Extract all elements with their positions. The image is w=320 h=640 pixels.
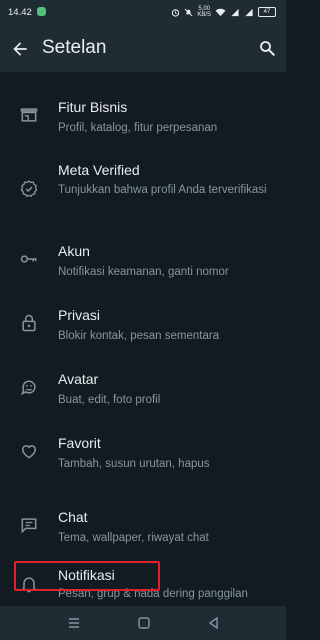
wifi-icon bbox=[215, 8, 226, 16]
settings-item-title: Fitur Bisnis bbox=[58, 99, 128, 115]
settings-item-meta-verified[interactable]: Meta Verified Tunjukkan bahwa profil And… bbox=[0, 148, 286, 218]
settings-item-title: Meta Verified bbox=[58, 162, 140, 178]
settings-item-fitur-bisnis[interactable]: Fitur Bisnis Profil, katalog, fitur perp… bbox=[0, 84, 286, 146]
settings-item-subtitle: Tema, wallpaper, riwayat chat bbox=[58, 532, 209, 544]
chat-icon bbox=[21, 518, 37, 534]
storefront-icon bbox=[20, 108, 38, 122]
recent-apps-icon[interactable] bbox=[66, 615, 82, 631]
heart-icon bbox=[21, 445, 37, 459]
settings-item-subtitle: Profil, katalog, fitur perpesanan bbox=[58, 122, 218, 134]
settings-item-title: Chat bbox=[58, 509, 88, 525]
settings-item-title: Avatar bbox=[58, 371, 99, 387]
settings-item-subtitle: Tunjukkan bahwa profil Anda terverifikas… bbox=[58, 184, 267, 196]
network-speed-unit: KB/S bbox=[197, 12, 211, 18]
avatar-face-icon bbox=[20, 380, 36, 396]
lock-icon bbox=[22, 314, 36, 332]
settings-item-subtitle: Notifikasi keamanan, ganti nomor bbox=[58, 266, 229, 278]
back-triangle-icon[interactable] bbox=[206, 615, 222, 631]
settings-item-subtitle: Tambah, susun urutan, hapus bbox=[58, 458, 210, 470]
settings-item-akun[interactable]: Akun Notifikasi keamanan, ganti nomor bbox=[0, 228, 286, 290]
signal-2-icon bbox=[245, 8, 253, 16]
status-time: 14.42 bbox=[8, 7, 32, 18]
whatsapp-notification-icon bbox=[37, 7, 46, 16]
status-icons: 5,00 KB/S 47 bbox=[171, 6, 276, 18]
network-speed: 5,00 KB/S bbox=[197, 6, 211, 18]
settings-item-title: Privasi bbox=[58, 307, 101, 323]
verified-badge-icon bbox=[20, 180, 38, 198]
app-bar: Setelan bbox=[0, 26, 286, 72]
settings-item-title: Akun bbox=[58, 243, 90, 259]
system-navigation-bar bbox=[0, 606, 286, 640]
settings-item-privasi[interactable]: Privasi Blokir kontak, pesan sementara bbox=[0, 292, 286, 354]
back-arrow-icon[interactable] bbox=[10, 39, 30, 59]
alarm-icon bbox=[172, 8, 180, 17]
status-bar: 14.42 5,00 KB/S 47 bbox=[0, 0, 286, 26]
settings-item-subtitle: Buat, edit, foto profil bbox=[58, 394, 161, 406]
settings-item-title: Favorit bbox=[58, 435, 101, 451]
battery-icon: 47 bbox=[258, 7, 276, 17]
highlight-box bbox=[14, 561, 160, 591]
settings-item-favorit[interactable]: Favorit Tambah, susun urutan, hapus bbox=[0, 420, 286, 482]
key-icon bbox=[20, 255, 37, 263]
signal-icon bbox=[231, 8, 239, 16]
settings-item-chat[interactable]: Chat Tema, wallpaper, riwayat chat bbox=[0, 494, 286, 556]
settings-item-avatar[interactable]: Avatar Buat, edit, foto profil bbox=[0, 356, 286, 418]
home-icon[interactable] bbox=[136, 615, 152, 631]
search-icon[interactable] bbox=[258, 39, 276, 57]
page-title: Setelan bbox=[42, 37, 107, 58]
settings-item-subtitle: Blokir kontak, pesan sementara bbox=[58, 330, 220, 342]
mute-icon bbox=[184, 8, 193, 16]
